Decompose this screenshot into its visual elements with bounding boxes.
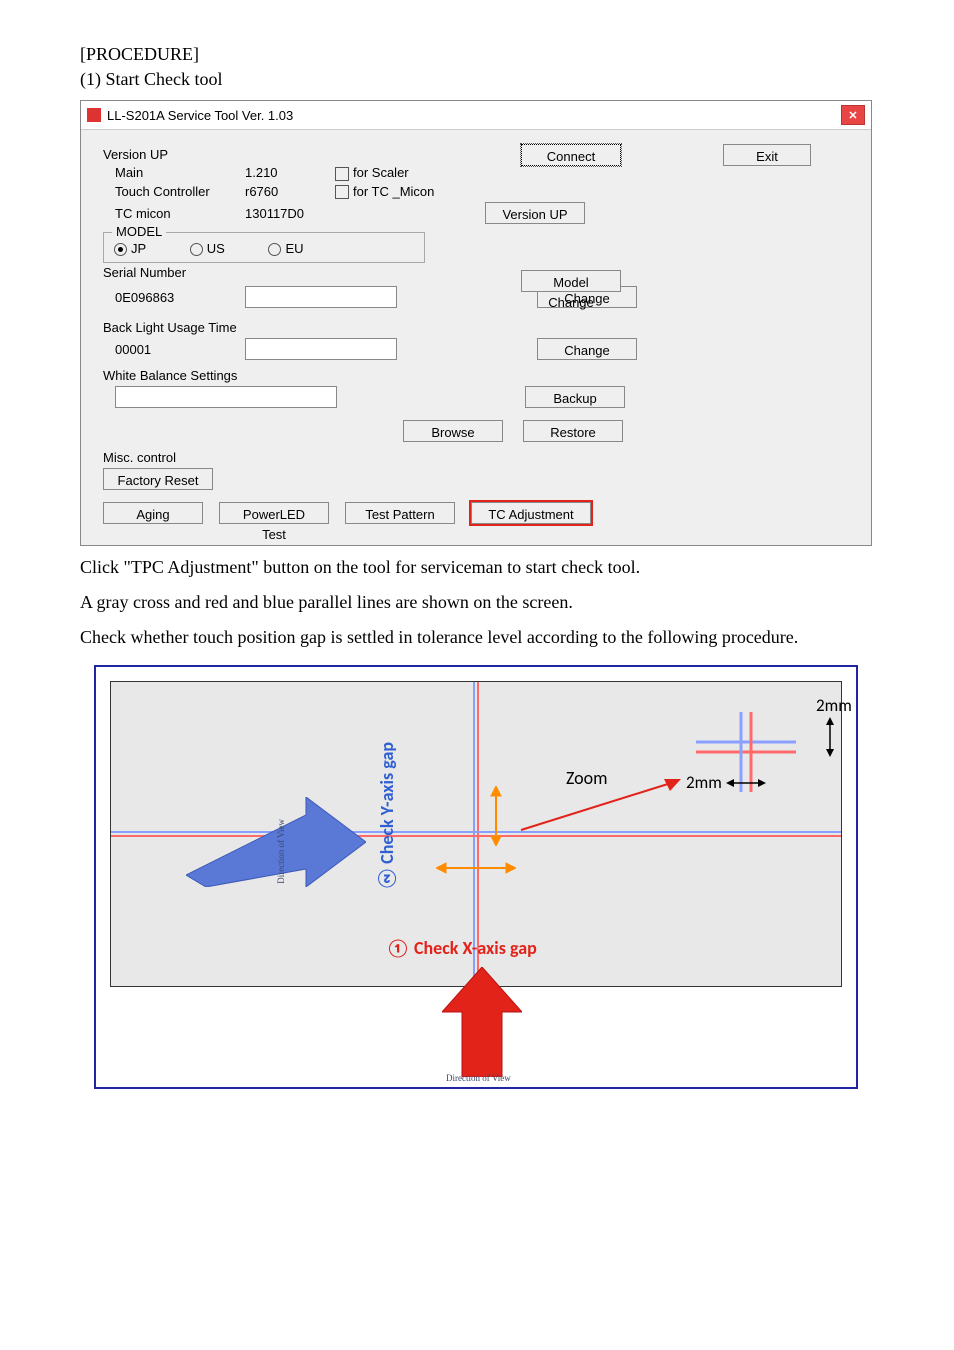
model-group: MODEL JP US EU: [103, 232, 425, 263]
factory-reset-button[interactable]: Factory Reset: [103, 468, 213, 490]
step-1: (1) Start Check tool: [80, 69, 874, 90]
version-up-button[interactable]: Version UP: [485, 202, 585, 224]
x-gap-arrow-icon: [436, 860, 516, 876]
instruction-1: Click "TPC Adjustment" button on the too…: [80, 554, 874, 581]
connect-button[interactable]: Connect: [521, 144, 621, 166]
powerled-test-button[interactable]: PowerLED Test: [219, 502, 329, 524]
jp-label: JP: [131, 241, 146, 256]
diagram: Zoom 2mm 2mm ① Check X-axis gap ② Check …: [94, 665, 858, 1089]
serial-input[interactable]: [245, 286, 397, 308]
procedure-heading: [PROCEDURE]: [80, 44, 874, 65]
service-tool-window: LL-S201A Service Tool Ver. 1.03 ✕ Exit C…: [80, 100, 872, 546]
mm-label-top: 2mm: [816, 695, 852, 716]
tcmicon-label: for TC _Micon: [353, 184, 434, 199]
wb-input[interactable]: [115, 386, 337, 408]
tcmicon-checkbox[interactable]: [335, 185, 349, 199]
scaler-label: for Scaler: [353, 165, 409, 180]
tc-micon-label: TC micon: [103, 206, 245, 221]
check-y-label: ② Check Y-axis gap: [376, 742, 398, 890]
backup-button[interactable]: Backup: [525, 386, 625, 408]
backlight-input[interactable]: [245, 338, 397, 360]
restore-button[interactable]: Restore: [523, 420, 623, 442]
check-x-label: ① Check X-axis gap: [386, 937, 537, 959]
eu-label: EU: [285, 241, 303, 256]
browse-button[interactable]: Browse: [403, 420, 503, 442]
us-label: US: [207, 241, 225, 256]
mm-label-left: 2mm: [686, 772, 722, 793]
backlight-label: Back Light Usage Time: [103, 320, 237, 335]
title-bar: LL-S201A Service Tool Ver. 1.03 ✕: [81, 101, 871, 130]
exit-button[interactable]: Exit: [723, 144, 811, 166]
serial-label: Serial Number: [103, 265, 853, 280]
mm-horiz-arrow-icon: [726, 773, 766, 793]
version-up-label: Version UP: [103, 147, 233, 162]
app-icon: [87, 108, 101, 122]
test-pattern-button[interactable]: Test Pattern: [345, 502, 455, 524]
touch-controller-label: Touch Controller: [103, 184, 245, 199]
wb-label: White Balance Settings: [103, 368, 237, 383]
tc-value: r6760: [245, 184, 335, 199]
model-change-button[interactable]: Model Change: [521, 270, 621, 292]
radio-eu[interactable]: [268, 243, 281, 256]
close-button[interactable]: ✕: [841, 105, 865, 125]
serial-value: 0E096863: [103, 290, 245, 305]
main-value: 1.210: [245, 165, 335, 180]
zoom-arrow-icon: [516, 775, 686, 835]
dov-bottom: Direction of View: [446, 1073, 511, 1083]
red-arrow-icon: [442, 967, 522, 1077]
dov-left: Direction of View: [276, 819, 286, 884]
instruction-2: A gray cross and red and blue parallel l…: [80, 589, 874, 616]
backlight-value: 00001: [103, 342, 245, 357]
y-gap-arrow-icon: [488, 786, 504, 846]
aging-button[interactable]: Aging: [103, 502, 203, 524]
model-legend: MODEL: [112, 224, 166, 239]
tc-adjustment-button[interactable]: TC Adjustment: [471, 502, 591, 524]
misc-label: Misc. control: [103, 450, 176, 465]
close-icon: ✕: [848, 109, 857, 122]
tc-micon-value: 130117D0: [245, 206, 335, 221]
radio-us[interactable]: [190, 243, 203, 256]
main-label: Main: [103, 165, 245, 180]
mm-vert-arrow-icon: [820, 717, 840, 757]
radio-jp[interactable]: [114, 243, 127, 256]
window-title: LL-S201A Service Tool Ver. 1.03: [107, 108, 293, 123]
instruction-3: Check whether touch position gap is sett…: [80, 624, 874, 651]
scaler-checkbox[interactable]: [335, 167, 349, 181]
backlight-change-button[interactable]: Change: [537, 338, 637, 360]
